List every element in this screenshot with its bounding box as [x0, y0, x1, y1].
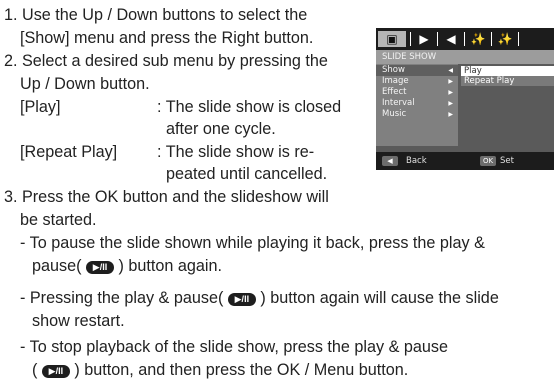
tip-2-pre: - Pressing the play & pause(: [20, 289, 224, 307]
ok-key-icon[interactable]: OK: [480, 156, 496, 166]
menu-item-image[interactable]: Image ▶: [376, 76, 458, 87]
tab-separator: [518, 32, 519, 46]
menu-item-interval[interactable]: Interval ▶: [376, 98, 458, 109]
tip-3-pre: (: [32, 361, 38, 379]
menu-item-label: Show: [382, 65, 405, 75]
camera-menu-screen: ▣ ▶ ◀ ✨ ✨ SLIDE SHOW Show ◀ Image ▶ Effe…: [376, 28, 554, 170]
tip-3-line-1: - To stop playback of the slide show, pr…: [20, 338, 449, 356]
back-label: Back: [406, 156, 427, 166]
camera-menu-tab-bar: ▣ ▶ ◀ ✨ ✨: [376, 28, 554, 50]
tip-1-line-2: pause( ▶/II ) button again.: [32, 255, 222, 277]
play-pause-icon: ▶/II: [86, 261, 114, 274]
submenu-option-repeat-play[interactable]: Repeat Play: [461, 76, 554, 86]
step-2-line-2: Up / Down button.: [20, 75, 150, 93]
menu-item-effect[interactable]: Effect ▶: [376, 87, 458, 98]
caret-right-icon: ▶: [448, 78, 453, 85]
step-3-line-1: 3. Press the OK button and the slideshow…: [4, 188, 329, 206]
tab-separator: [464, 32, 465, 46]
tab-separator: [491, 32, 492, 46]
caret-right-icon: ▶: [448, 89, 453, 96]
option-repeat-desc-1: : The slide show is re-: [157, 143, 315, 161]
caret-left-icon: ◀: [448, 67, 453, 74]
menu-item-label: Effect: [382, 87, 407, 97]
camera-menu-list: Show ◀ Image ▶ Effect ▶ Interval ▶ Music…: [376, 64, 458, 146]
caret-right-icon: ▶: [448, 100, 453, 107]
play-pause-icon: ▶/II: [41, 365, 70, 378]
setup-1-icon: ✨: [470, 32, 486, 46]
camera-menu-title: SLIDE SHOW: [376, 50, 554, 64]
option-repeat-desc-2: peated until cancelled.: [166, 165, 328, 183]
step-1-line-1: 1. Use the Up / Down buttons to select t…: [4, 6, 308, 24]
tip-3-post: ) button, and then press the OK / Menu b…: [74, 361, 409, 379]
tip-3-line-2: ( ▶/II ) button, and then press the OK /…: [32, 359, 408, 381]
camera-menu-footer: ◀ Back OK Set: [376, 152, 554, 170]
menu-item-label: Interval: [382, 98, 415, 108]
submenu-option-play[interactable]: Play: [461, 66, 554, 76]
tip-1-pre: pause(: [32, 257, 82, 275]
step-3-line-2: be started.: [20, 211, 97, 229]
step-1-line-2: [Show] menu and press the Right button.: [20, 29, 314, 47]
set-label: Set: [500, 156, 514, 166]
playback-icon: ▶: [419, 32, 429, 46]
tip-2-line-2: show restart.: [32, 312, 125, 330]
caret-right-icon: ▶: [448, 111, 453, 118]
sound-icon: ◀: [446, 32, 456, 46]
tip-1-line-1: - To pause the slide shown while playing…: [20, 234, 485, 252]
tip-2-line-1: - Pressing the play & pause( ▶/II ) butt…: [20, 287, 499, 309]
menu-item-label: Image: [382, 76, 409, 86]
camera-settings-icon: ▣: [378, 31, 406, 47]
menu-item-music[interactable]: Music ▶: [376, 109, 458, 120]
menu-item-show[interactable]: Show ◀: [376, 65, 458, 76]
tip-2-post: ) button again will cause the slide: [260, 289, 499, 307]
tab-separator: [410, 32, 411, 46]
option-play-term: [Play]: [20, 98, 61, 116]
option-play-desc-1: : The slide show is closed: [157, 98, 342, 116]
back-key-icon[interactable]: ◀: [382, 156, 398, 166]
option-play-desc-2: after one cycle.: [166, 120, 276, 138]
tip-1-post: ) button again.: [118, 257, 223, 275]
play-pause-icon: ▶/II: [227, 293, 256, 306]
menu-item-label: Music: [382, 109, 407, 119]
tab-separator: [437, 32, 438, 46]
option-repeat-term: [Repeat Play]: [20, 143, 118, 161]
setup-2-icon: ✨: [497, 32, 513, 46]
camera-submenu: Play Repeat Play: [458, 64, 554, 146]
step-2-line-1: 2. Select a desired sub menu by pressing…: [4, 52, 328, 70]
